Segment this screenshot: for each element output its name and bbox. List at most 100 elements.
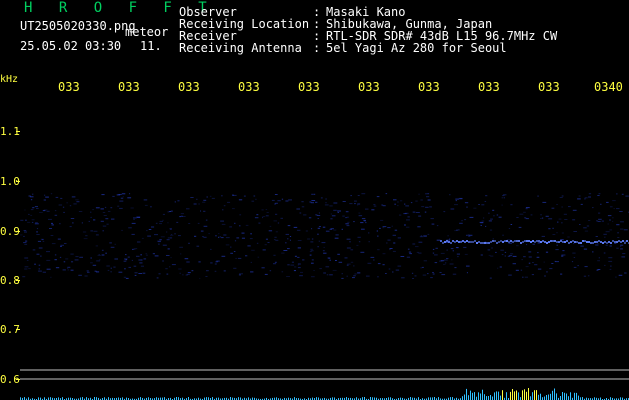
noise-speck <box>510 224 513 225</box>
noise-speck <box>361 218 366 220</box>
noise-speck <box>100 220 104 222</box>
noise-speck <box>447 235 449 237</box>
noise-speck <box>46 210 50 212</box>
noise-speck <box>439 272 442 273</box>
noise-speck <box>105 218 109 220</box>
noise-speck <box>223 205 226 207</box>
level-bar <box>494 392 495 400</box>
noise-speck <box>230 246 232 248</box>
noise-speck <box>326 274 329 276</box>
noise-speck <box>297 229 301 231</box>
noise-speck <box>162 213 165 215</box>
trace-segment <box>604 241 606 243</box>
x-tick-label: 033 <box>238 80 260 94</box>
trace-segment <box>530 241 532 243</box>
noise-speck <box>156 277 159 279</box>
noise-speck <box>430 277 433 279</box>
noise-speck <box>222 209 224 211</box>
trace-segment <box>470 241 472 243</box>
noise-speck <box>277 200 281 202</box>
level-bar <box>562 392 563 400</box>
noise-speck <box>223 270 226 272</box>
noise-speck <box>325 202 327 204</box>
trace-segment <box>448 241 450 243</box>
noise-speck <box>400 200 403 202</box>
trace-segment <box>616 241 618 243</box>
noise-speck <box>96 260 100 262</box>
noise-speck <box>214 270 217 272</box>
noise-speck <box>101 249 104 251</box>
trace-segment <box>540 241 542 243</box>
noise-speck <box>518 226 522 228</box>
noise-speck <box>187 272 191 274</box>
noise-speck <box>330 218 333 220</box>
trace-segment <box>506 240 508 242</box>
meteor-trace <box>440 240 629 244</box>
noise-speck <box>469 216 474 218</box>
noise-speck <box>158 243 160 245</box>
trace-segment <box>474 240 476 242</box>
noise-speck <box>92 209 95 211</box>
noise-speck <box>573 266 577 268</box>
trace-segment <box>482 242 484 244</box>
noise-speck <box>609 245 612 247</box>
noise-speck <box>233 251 236 252</box>
noise-speck <box>241 232 245 234</box>
noise-speck <box>251 200 255 202</box>
trace-segment <box>596 241 598 243</box>
noise-speck <box>357 204 359 206</box>
noise-speck <box>186 261 190 263</box>
noise-speck <box>350 249 354 251</box>
noise-speck <box>125 259 127 261</box>
noise-speck <box>523 211 526 213</box>
noise-speck <box>357 272 361 274</box>
noise-speck <box>60 245 62 247</box>
noise-speck <box>524 276 528 278</box>
noise-speck <box>512 263 516 265</box>
noise-speck <box>36 234 40 235</box>
noise-speck <box>95 234 99 236</box>
antenna-label: Receiving Antenna <box>179 41 302 55</box>
noise-speck <box>297 247 301 249</box>
noise-speck <box>491 247 493 249</box>
noise-speck <box>137 241 141 243</box>
trace-segment <box>466 240 468 242</box>
noise-speck <box>138 259 141 261</box>
noise-speck <box>545 251 549 253</box>
noise-speck <box>508 228 511 229</box>
noise-speck <box>232 194 237 196</box>
noise-speck <box>273 263 277 265</box>
noise-speck <box>350 195 352 197</box>
noise-speck <box>313 270 315 271</box>
noise-speck <box>285 233 289 235</box>
noise-speck <box>118 271 123 273</box>
noise-speck <box>55 196 59 198</box>
noise-speck <box>423 235 427 237</box>
noise-speck <box>498 216 502 218</box>
trace-segment <box>590 242 592 244</box>
noise-speck <box>197 222 200 224</box>
noise-speck <box>572 219 576 221</box>
noise-speck <box>612 200 616 202</box>
trace-segment <box>548 241 550 243</box>
noise-speck <box>42 240 45 242</box>
noise-speck <box>394 229 398 231</box>
noise-speck <box>188 223 191 224</box>
noise-speck <box>464 253 468 255</box>
noise-speck <box>532 262 534 263</box>
noise-speck <box>350 261 354 263</box>
noise-speck <box>503 194 507 196</box>
trace-segment <box>476 242 478 244</box>
noise-speck <box>25 240 28 242</box>
noise-speck <box>597 195 600 196</box>
noise-band <box>20 193 629 279</box>
noise-speck <box>186 208 190 210</box>
noise-speck <box>165 268 168 270</box>
noise-speck <box>274 203 276 205</box>
noise-speck <box>380 219 384 221</box>
noise-speck <box>337 210 341 212</box>
noise-speck <box>85 235 88 237</box>
noise-speck <box>497 267 499 269</box>
noise-speck <box>485 225 487 227</box>
noise-speck <box>140 254 142 256</box>
